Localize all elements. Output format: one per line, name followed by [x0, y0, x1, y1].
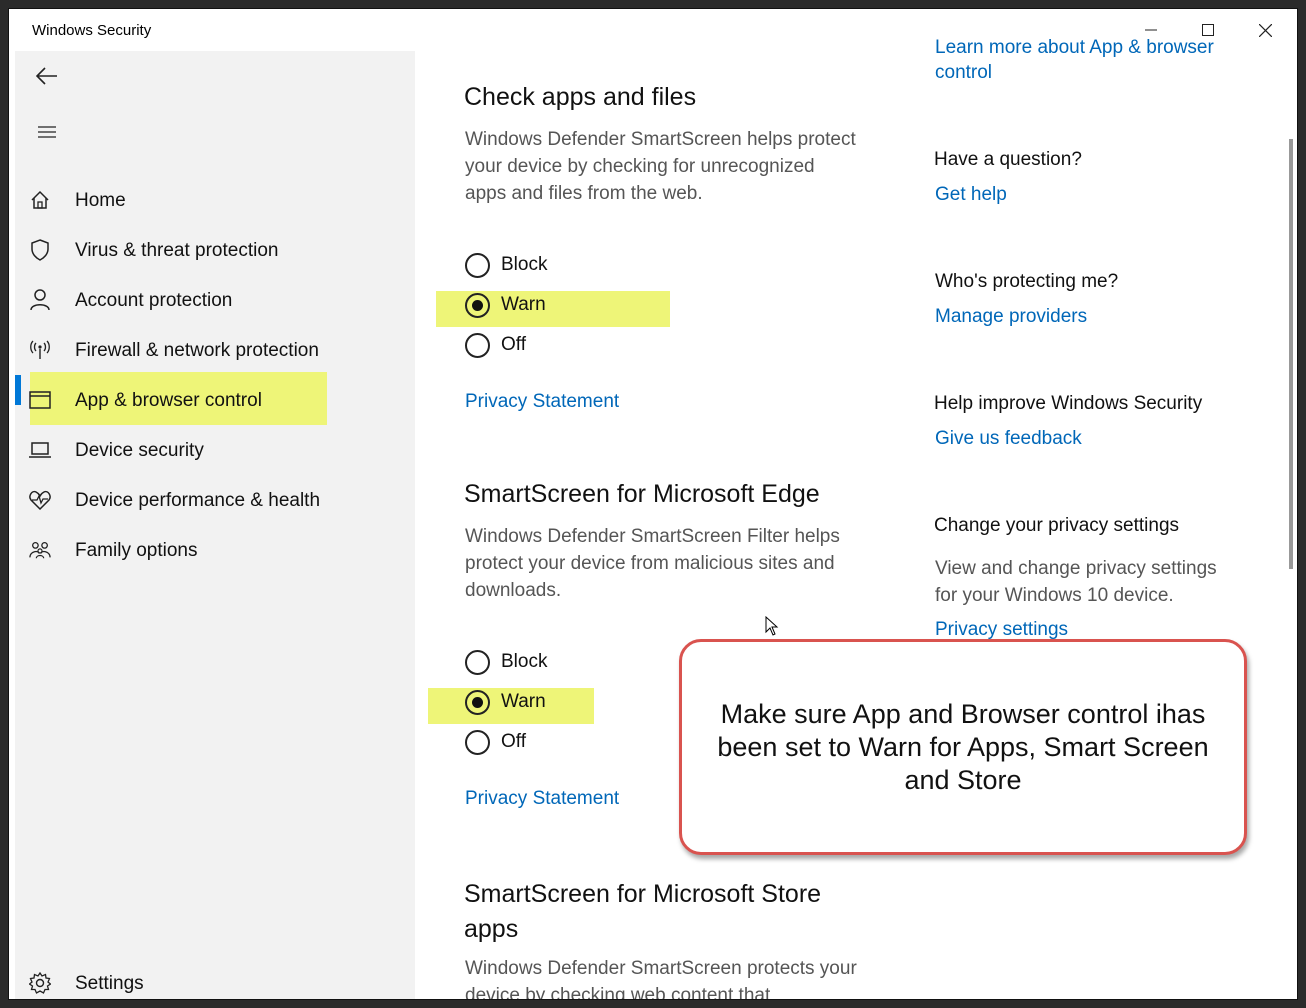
radio-label: Off [501, 334, 526, 355]
radio-circle [465, 729, 490, 755]
sidebar-item-label: Virus & threat protection [75, 240, 279, 261]
sidebar-item-label: Account protection [75, 290, 233, 311]
have-a-question-heading: Have a question? [934, 149, 1082, 170]
radio-edge-off[interactable]: Off [465, 727, 526, 757]
description-line: Windows Defender SmartScreen Filter help… [465, 526, 840, 547]
sidebar-item-label: Firewall & network protection [75, 340, 319, 361]
sidebar-item-label: Home [75, 190, 126, 211]
radio-check-apps-warn[interactable]: Warn [465, 290, 546, 320]
section-title-smartscreen-edge: SmartScreen for Microsoft Edge [464, 480, 820, 508]
sidebar-item-label: Device security [75, 440, 204, 461]
description-line: protect your device from malicious sites… [465, 553, 835, 574]
radio-edge-block[interactable]: Block [465, 647, 547, 677]
gear-icon [29, 972, 51, 994]
description-line: Windows Defender SmartScreen helps prote… [465, 129, 856, 150]
description-line: apps and files from the web. [465, 183, 703, 204]
back-arrow-icon [36, 67, 57, 85]
radio-check-apps-off[interactable]: Off [465, 330, 526, 360]
radio-check-apps-block[interactable]: Block [465, 250, 547, 280]
radio-circle [465, 332, 490, 358]
shield-icon [29, 239, 51, 261]
sidebar-item-label: App & browser control [75, 390, 262, 411]
get-help-link[interactable]: Get help [935, 184, 1007, 206]
menu-button[interactable] [27, 112, 67, 152]
back-button[interactable] [27, 56, 67, 96]
sidebar-item-label: Device performance & health [75, 490, 321, 511]
window-title: Windows Security [32, 22, 152, 39]
radio-label: Block [501, 651, 548, 672]
help-improve-heading: Help improve Windows Security [934, 393, 1203, 414]
radio-circle-selected [465, 689, 490, 715]
description-line: Windows Defender SmartScreen protects yo… [465, 958, 857, 979]
privacy-settings-link[interactable]: Privacy settings [935, 619, 1068, 641]
radio-circle-selected [465, 292, 490, 318]
section-title-smartscreen-store: SmartScreen for Microsoft Store apps [464, 877, 821, 947]
hamburger-menu-icon [38, 126, 56, 138]
browser-window-icon [29, 389, 51, 411]
laptop-icon [29, 439, 51, 461]
radio-edge-warn[interactable]: Warn [465, 687, 546, 717]
manage-providers-link[interactable]: Manage providers [935, 306, 1087, 328]
home-icon [29, 189, 51, 211]
radio-label: Warn [501, 691, 546, 712]
sidebar-item-family-options[interactable]: Family options [15, 528, 415, 572]
privacy-settings-text: View and change privacy settings for you… [935, 555, 1217, 609]
whos-protecting-heading: Who's protecting me? [935, 271, 1119, 292]
description-line: device by checking web content that [465, 985, 771, 1000]
give-feedback-link[interactable]: Give us feedback [935, 428, 1082, 450]
annotation-callout: Make sure App and Browser control ihas b… [679, 639, 1247, 855]
section-title-check-apps: Check apps and files [464, 83, 697, 111]
link-line: Learn more about App & browser [935, 37, 1214, 58]
title-line: SmartScreen for Microsoft Store [464, 880, 822, 908]
heart-pulse-icon [29, 489, 51, 511]
section-description: Windows Defender SmartScreen protects yo… [465, 955, 857, 1000]
radio-circle [465, 649, 490, 675]
app-window: Windows Security Home Virus & threat pro… [8, 8, 1298, 1000]
learn-more-link[interactable]: Learn more about App & browser control [935, 35, 1214, 85]
section-description: Windows Defender SmartScreen Filter help… [465, 523, 840, 604]
title-line: apps [464, 915, 519, 943]
sidebar-item-account-protection[interactable]: Account protection [15, 278, 415, 322]
description-line: downloads. [465, 580, 562, 601]
radio-label: Off [501, 731, 526, 752]
privacy-settings-heading: Change your privacy settings [934, 515, 1180, 536]
privacy-statement-link[interactable]: Privacy Statement [465, 788, 619, 810]
link-line: control [935, 62, 993, 83]
radio-circle [465, 252, 490, 278]
text-line: View and change privacy settings [935, 558, 1217, 579]
text-line: for your Windows 10 device. [935, 585, 1174, 606]
callout-text: Make sure App and Browser control ihas b… [717, 699, 1209, 795]
radio-label: Warn [501, 294, 546, 315]
scrollbar-thumb[interactable] [1289, 139, 1293, 569]
family-icon [29, 539, 51, 561]
sidebar-item-label: Settings [75, 973, 144, 994]
sidebar: Home Virus & threat protection Account p… [15, 51, 415, 999]
sidebar-item-home[interactable]: Home [15, 178, 415, 222]
privacy-statement-link[interactable]: Privacy Statement [465, 391, 619, 413]
sidebar-item-app-browser-control[interactable]: App & browser control [15, 378, 415, 422]
person-icon [29, 289, 51, 311]
sidebar-item-label: Family options [75, 540, 198, 561]
sidebar-item-settings[interactable]: Settings [15, 961, 415, 999]
sidebar-item-device-performance-health[interactable]: Device performance & health [15, 478, 415, 522]
antenna-icon [29, 339, 51, 361]
description-line: your device by checking for unrecognized [465, 156, 815, 177]
mouse-cursor-icon [765, 616, 779, 636]
sidebar-item-device-security[interactable]: Device security [15, 428, 415, 472]
sidebar-item-firewall-network-protection[interactable]: Firewall & network protection [15, 328, 415, 372]
sidebar-item-virus-threat-protection[interactable]: Virus & threat protection [15, 228, 415, 272]
radio-label: Block [501, 254, 548, 275]
section-description: Windows Defender SmartScreen helps prote… [465, 126, 856, 207]
